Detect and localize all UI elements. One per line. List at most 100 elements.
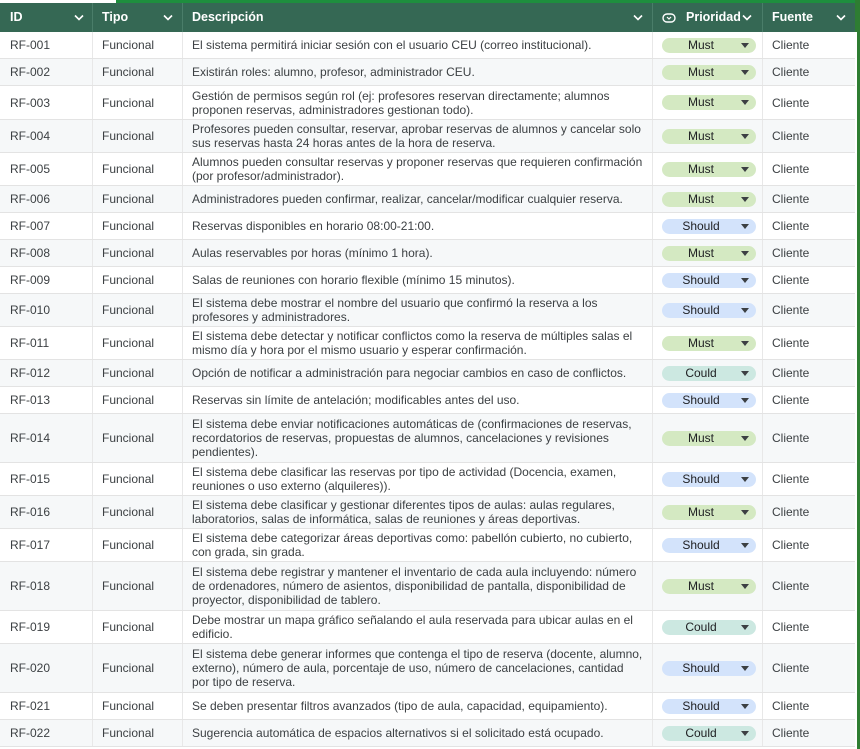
priority-chip[interactable]: Must [662,430,756,446]
cell-id[interactable]: RF-018 [0,562,92,610]
priority-chip[interactable]: Should [662,698,756,714]
cell-prioridad[interactable]: Should [652,267,762,293]
cell-descripcion[interactable]: El sistema debe generar informes que con… [182,644,652,692]
cell-descripcion[interactable]: Reservas sin límite de antelación; modif… [182,387,652,413]
cell-fuente[interactable]: Cliente [762,327,855,359]
cell-prioridad[interactable]: Must [652,120,762,152]
cell-id[interactable]: RF-005 [0,153,92,185]
cell-tipo[interactable]: Funcional [92,213,182,239]
cell-tipo[interactable]: Funcional [92,414,182,462]
cell-fuente[interactable]: Cliente [762,414,855,462]
cell-id[interactable]: RF-002 [0,59,92,85]
priority-chip[interactable]: Must [662,128,756,144]
dropdown-arrow-icon[interactable] [741,69,749,75]
cell-prioridad[interactable]: Should [652,529,762,561]
table-row[interactable]: RF-017 Funcional El sistema debe categoriz… [0,529,855,562]
cell-prioridad[interactable]: Must [652,59,762,85]
cell-id[interactable]: RF-016 [0,496,92,528]
dropdown-arrow-icon[interactable] [741,223,749,229]
priority-chip[interactable]: Must [662,161,756,177]
cell-tipo[interactable]: Funcional [92,360,182,386]
table-row[interactable]: RF-022 Funcional Sugerencia automática de … [0,720,855,747]
priority-chip[interactable]: Should [662,660,756,676]
cell-tipo[interactable]: Funcional [92,720,182,746]
cell-descripcion[interactable]: El sistema debe mostrar el nombre del us… [182,294,652,326]
cell-prioridad[interactable]: Should [652,387,762,413]
cell-fuente[interactable]: Cliente [762,463,855,495]
priority-chip[interactable]: Could [662,365,756,381]
table-row[interactable]: RF-003 Funcional Gestión de permisos según… [0,86,855,120]
cell-prioridad[interactable]: Should [652,463,762,495]
cell-tipo[interactable]: Funcional [92,120,182,152]
table-row[interactable]: RF-008 Funcional Aulas reservables por hor… [0,240,855,267]
cell-fuente[interactable]: Cliente [762,360,855,386]
cell-fuente[interactable]: Cliente [762,240,855,266]
cell-descripcion[interactable]: Existirán roles: alumno, profesor, admin… [182,59,652,85]
cell-descripcion[interactable]: Debe mostrar un mapa gráfico señalando e… [182,611,652,643]
cell-prioridad[interactable]: Could [652,611,762,643]
cell-fuente[interactable]: Cliente [762,720,855,746]
table-row[interactable]: RF-001 Funcional El sistema permitirá inic… [0,32,855,59]
cell-id[interactable]: RF-019 [0,611,92,643]
cell-id[interactable]: RF-020 [0,644,92,692]
chevron-down-icon[interactable] [163,14,173,22]
cell-id[interactable]: RF-004 [0,120,92,152]
priority-chip[interactable]: Must [662,335,756,351]
cell-fuente[interactable]: Cliente [762,32,855,58]
priority-chip[interactable]: Could [662,619,756,635]
cell-tipo[interactable]: Funcional [92,327,182,359]
cell-prioridad[interactable]: Must [652,414,762,462]
dropdown-arrow-icon[interactable] [741,370,749,376]
cell-fuente[interactable]: Cliente [762,611,855,643]
dropdown-arrow-icon[interactable] [741,583,749,589]
cell-descripcion[interactable]: Sugerencia automática de espacios altern… [182,720,652,746]
cell-descripcion[interactable]: El sistema permitirá iniciar sesión con … [182,32,652,58]
priority-chip[interactable]: Must [662,64,756,80]
cell-id[interactable]: RF-012 [0,360,92,386]
cell-tipo[interactable]: Funcional [92,86,182,119]
priority-chip[interactable]: Must [662,245,756,261]
cell-descripcion[interactable]: El sistema debe enviar notificaciones au… [182,414,652,462]
priority-chip[interactable]: Must [662,504,756,520]
dropdown-arrow-icon[interactable] [741,476,749,482]
table-row[interactable]: RF-002 Funcional Existirán roles: alumno, … [0,59,855,86]
dropdown-arrow-icon[interactable] [741,340,749,346]
table-row[interactable]: RF-006 Funcional Administradores pueden co… [0,186,855,213]
cell-fuente[interactable]: Cliente [762,294,855,326]
cell-tipo[interactable]: Funcional [92,644,182,692]
cell-fuente[interactable]: Cliente [762,387,855,413]
dropdown-arrow-icon[interactable] [741,133,749,139]
priority-chip[interactable]: Should [662,218,756,234]
dropdown-arrow-icon[interactable] [741,277,749,283]
cell-descripcion[interactable]: El sistema debe clasificar y gestionar d… [182,496,652,528]
cell-prioridad[interactable]: Must [652,327,762,359]
cell-fuente[interactable]: Cliente [762,213,855,239]
priority-chip[interactable]: Must [662,191,756,207]
cell-descripcion[interactable]: Aulas reservables por horas (mínimo 1 ho… [182,240,652,266]
cell-fuente[interactable]: Cliente [762,562,855,610]
cell-prioridad[interactable]: Should [652,693,762,719]
dropdown-arrow-icon[interactable] [741,509,749,515]
cell-id[interactable]: RF-013 [0,387,92,413]
priority-chip[interactable]: Should [662,302,756,318]
cell-descripcion[interactable]: Reservas disponibles en horario 08:00-21… [182,213,652,239]
cell-prioridad[interactable]: Should [652,644,762,692]
dropdown-arrow-icon[interactable] [741,665,749,671]
cell-prioridad[interactable]: Must [652,496,762,528]
priority-chip[interactable]: Could [662,725,756,741]
cell-tipo[interactable]: Funcional [92,463,182,495]
cell-id[interactable]: RF-006 [0,186,92,212]
cell-fuente[interactable]: Cliente [762,496,855,528]
cell-id[interactable]: RF-021 [0,693,92,719]
cell-descripcion[interactable]: El sistema debe categorizar áreas deport… [182,529,652,561]
cell-descripcion[interactable]: Gestión de permisos según rol (ej: profe… [182,86,652,119]
table-row[interactable]: RF-010 Funcional El sistema debe mostrar e… [0,294,855,327]
table-row[interactable]: RF-014 Funcional El sistema debe enviar no… [0,414,855,463]
dropdown-arrow-icon[interactable] [741,703,749,709]
cell-id[interactable]: RF-001 [0,32,92,58]
dropdown-arrow-icon[interactable] [741,42,749,48]
priority-chip[interactable]: Must [662,95,756,110]
cell-id[interactable]: RF-003 [0,86,92,119]
chevron-down-icon[interactable] [742,14,752,22]
cell-fuente[interactable]: Cliente [762,644,855,692]
